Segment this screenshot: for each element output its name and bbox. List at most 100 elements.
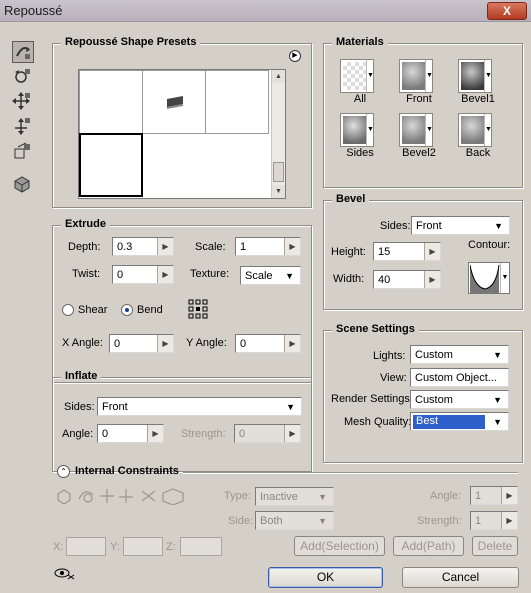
chevron-down-icon: ▼ <box>318 516 327 526</box>
scroll-up-icon[interactable]: ▲ <box>272 70 285 83</box>
depth-input[interactable]: 0.3 ▶ <box>112 237 174 256</box>
ok-button[interactable]: OK <box>268 567 383 588</box>
depth-label: Depth: <box>68 241 101 253</box>
bevel-height-input[interactable]: 15 ▶ <box>373 242 441 261</box>
cancel-button[interactable]: Cancel <box>402 567 519 588</box>
view-label: View: <box>380 372 407 384</box>
spin-arrow-icon[interactable]: ▶ <box>284 335 300 352</box>
material-back-label: Back <box>465 147 491 159</box>
scale-label: Scale: <box>195 241 226 253</box>
material-front-label: Front <box>406 93 432 105</box>
spin-arrow-icon[interactable]: ▶ <box>157 238 173 255</box>
spin-arrow-icon[interactable]: ▶ <box>157 266 173 283</box>
twist-input[interactable]: 0 ▶ <box>112 265 174 284</box>
spin-arrow-icon[interactable]: ▶ <box>147 425 163 442</box>
x-angle-input[interactable]: 0 ▶ <box>109 334 174 353</box>
lights-select[interactable]: Custom ▼ <box>410 345 509 364</box>
material-all-swatch[interactable]: ▼ <box>340 59 374 93</box>
constraint-side-select[interactable]: Both ▼ <box>255 511 334 530</box>
bevel-title: Bevel <box>332 193 370 205</box>
x-coord-label: X: <box>53 541 64 553</box>
constraints-divider <box>183 472 518 474</box>
material-sides-swatch[interactable]: ▼ <box>340 113 374 147</box>
constraint-strength-input[interactable]: 1 ▶ <box>470 511 518 530</box>
scene-settings-title: Scene Settings <box>332 323 419 335</box>
presets-scrollbar[interactable]: ▲ ▼ <box>271 70 285 198</box>
mesh-quality-label: Mesh Quality: <box>344 416 412 428</box>
bevel-sides-select[interactable]: Front ▼ <box>411 216 510 235</box>
bend-label: Bend <box>137 304 163 316</box>
texture-select[interactable]: Scale ▼ <box>240 266 301 285</box>
bend-radio[interactable] <box>121 304 133 316</box>
preset-tile-1[interactable] <box>79 70 143 134</box>
inflate-strength-input[interactable]: 0 ▶ <box>234 424 301 443</box>
roll-object-tool-icon[interactable] <box>12 66 34 88</box>
chevron-down-icon[interactable]: ▼ <box>366 114 374 146</box>
spin-arrow-icon[interactable]: ▶ <box>501 512 517 529</box>
material-bevel1-swatch[interactable]: ▼ <box>458 59 492 93</box>
scroll-thumb[interactable] <box>273 162 284 182</box>
view-select[interactable]: Custom Object... <box>410 368 509 387</box>
reference-point-grid-icon[interactable] <box>188 299 208 319</box>
chevron-down-icon[interactable]: ▼ <box>366 60 374 92</box>
x-coord-input[interactable] <box>66 537 106 556</box>
chevron-down-icon[interactable]: ▼ <box>425 60 433 92</box>
constraint-side-label: Side: <box>228 515 254 527</box>
constraint-type-select[interactable]: Inactive ▼ <box>255 487 334 506</box>
inflate-strength-label: Strength: <box>181 428 226 440</box>
chevron-down-icon: ▼ <box>493 417 502 427</box>
preview-toggle-icon[interactable] <box>54 567 76 581</box>
add-path-button[interactable]: Add(Path) <box>393 536 464 556</box>
preset-tile-2[interactable] <box>142 70 206 134</box>
material-bevel2-swatch[interactable]: ▼ <box>399 113 433 147</box>
chevron-down-icon[interactable]: ▼ <box>500 263 509 293</box>
spin-arrow-icon[interactable]: ▶ <box>501 487 517 504</box>
bevel-width-input[interactable]: 40 ▶ <box>373 270 441 289</box>
inflate-sides-select[interactable]: Front ▼ <box>97 397 302 416</box>
render-settings-select[interactable]: Custom ▼ <box>410 390 509 409</box>
y-angle-input[interactable]: 0 ▶ <box>235 334 301 353</box>
delete-button[interactable]: Delete <box>472 536 518 556</box>
preset-tile-4[interactable] <box>79 133 143 197</box>
scale-object-tool-icon[interactable] <box>12 141 34 163</box>
shear-label: Shear <box>78 304 108 316</box>
close-button[interactable]: X <box>487 2 527 20</box>
contour-picker[interactable]: ▼ <box>468 262 510 294</box>
shear-radio[interactable] <box>62 304 74 316</box>
dialog-client: Repoussé Shape Presets ▶ ▲ ▼ Materials ▼… <box>0 23 531 593</box>
chevron-down-icon[interactable]: ▼ <box>484 114 492 146</box>
constraint-tools <box>55 485 195 506</box>
scroll-down-icon[interactable]: ▼ <box>272 185 285 198</box>
chevron-down-icon[interactable]: ▼ <box>484 60 492 92</box>
spin-arrow-icon[interactable]: ▶ <box>424 271 440 288</box>
chevron-down-icon: ▼ <box>493 395 502 405</box>
texture-label: Texture: <box>190 268 230 280</box>
inflate-angle-label: Angle: <box>62 428 94 440</box>
spin-arrow-icon[interactable]: ▶ <box>284 238 300 255</box>
constraint-type-label: Type: <box>224 490 251 502</box>
collapse-icon[interactable]: ⌃ <box>57 465 70 478</box>
mesh-quality-select[interactable]: Best ▼ <box>410 412 509 431</box>
chevron-down-icon[interactable]: ▼ <box>425 114 433 146</box>
inflate-angle-input[interactable]: 0 ▶ <box>97 424 164 443</box>
y-coord-label: Y: <box>110 541 120 553</box>
preset-tile-3[interactable] <box>205 70 269 134</box>
slide-object-tool-icon[interactable] <box>12 116 34 138</box>
y-coord-input[interactable] <box>123 537 163 556</box>
spin-arrow-icon[interactable]: ▶ <box>157 335 173 352</box>
add-selection-button[interactable]: Add(Selection) <box>294 536 385 556</box>
material-back-swatch[interactable]: ▼ <box>458 113 492 147</box>
constraint-angle-input[interactable]: 1 ▶ <box>470 486 518 505</box>
presets-menu-icon[interactable]: ▶ <box>289 50 301 62</box>
drag-object-tool-icon[interactable] <box>12 91 34 113</box>
presets-title: Repoussé Shape Presets <box>61 36 201 48</box>
camera-view-icon[interactable] <box>12 173 34 195</box>
spin-arrow-icon[interactable]: ▶ <box>284 425 300 442</box>
z-coord-input[interactable] <box>180 537 222 556</box>
rotate-object-tool-icon[interactable] <box>12 41 34 63</box>
scale-input[interactable]: 1 ▶ <box>235 237 301 256</box>
spin-arrow-icon[interactable]: ▶ <box>424 243 440 260</box>
bevel-width-label: Width: <box>333 273 365 285</box>
material-front-swatch[interactable]: ▼ <box>399 59 433 93</box>
materials-title: Materials <box>332 36 388 48</box>
